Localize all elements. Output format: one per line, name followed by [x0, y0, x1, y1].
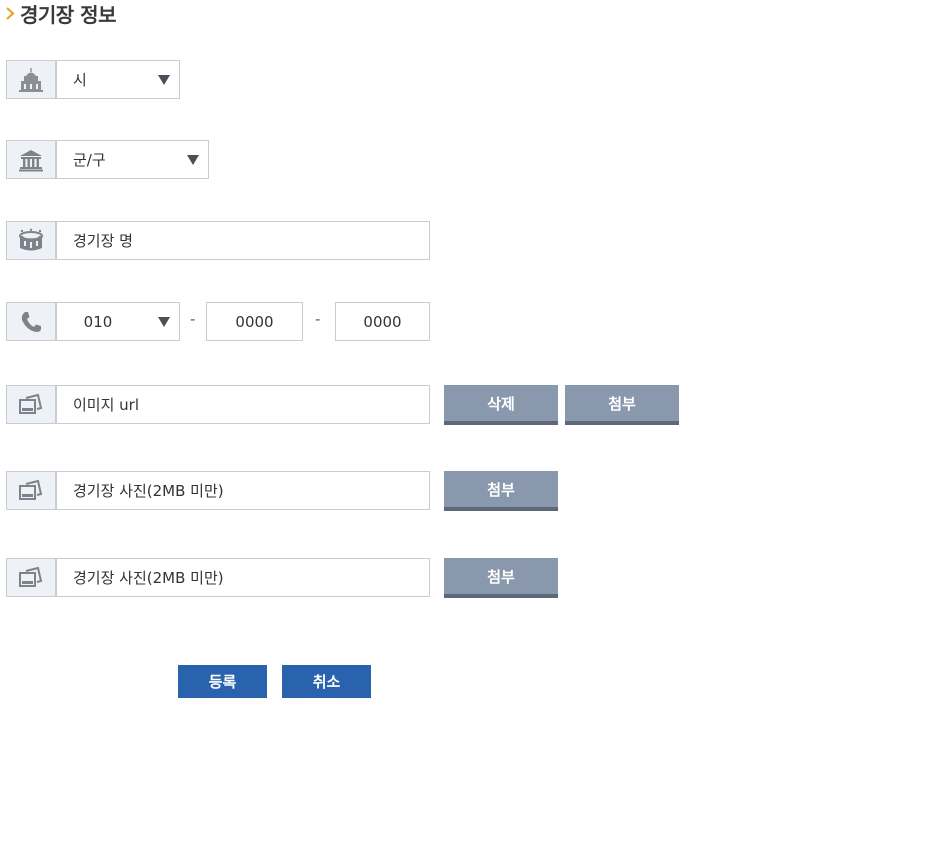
phone-separator: -: [315, 310, 321, 328]
stadium-name-placeholder: 경기장 명: [73, 232, 133, 250]
district-select-value: 군/구: [73, 151, 106, 169]
dropdown-arrow-icon: [187, 155, 199, 165]
city-select-value: 시: [73, 71, 87, 89]
phone-separator: -: [190, 310, 196, 328]
attach-photo-2-button[interactable]: 첨부: [444, 558, 558, 598]
image-url-placeholder: 이미지 url: [73, 396, 140, 414]
cancel-button[interactable]: 취소: [282, 665, 371, 698]
attach-photo-1-button[interactable]: 첨부: [444, 471, 558, 511]
delete-button[interactable]: 삭제: [444, 385, 558, 425]
photo-icon: [6, 471, 56, 510]
phone-middle-value: 0000: [235, 312, 274, 331]
stadium-photo-1-input[interactable]: 경기장 사진(2MB 미만): [56, 471, 430, 510]
government-building-icon: [6, 140, 56, 179]
register-button[interactable]: 등록: [178, 665, 267, 698]
stadium-icon: [6, 221, 56, 260]
phone-middle-input[interactable]: 0000: [206, 302, 303, 341]
stadium-photo-2-input[interactable]: 경기장 사진(2MB 미만): [56, 558, 430, 597]
stadium-photo-1-placeholder: 경기장 사진(2MB 미만): [73, 482, 224, 500]
stadium-name-input[interactable]: 경기장 명: [56, 221, 430, 260]
phone-icon: [6, 302, 56, 341]
photo-icon: [6, 385, 56, 424]
image-url-input[interactable]: 이미지 url: [56, 385, 430, 424]
phone-prefix-value: 010: [83, 312, 113, 331]
attach-button[interactable]: 첨부: [565, 385, 679, 425]
photo-icon: [6, 558, 56, 597]
chevron-right-icon: [6, 7, 15, 20]
city-select[interactable]: 시: [56, 60, 180, 99]
section-title: 경기장 정보: [20, 2, 116, 27]
district-select[interactable]: 군/구: [56, 140, 209, 179]
city-hall-icon: [6, 60, 56, 99]
phone-last-input[interactable]: 0000: [335, 302, 430, 341]
phone-prefix-select[interactable]: 010: [56, 302, 180, 341]
section-header: 경기장 정보: [4, 0, 116, 27]
dropdown-arrow-icon: [158, 75, 170, 85]
dropdown-arrow-icon: [158, 317, 170, 327]
stadium-photo-2-placeholder: 경기장 사진(2MB 미만): [73, 569, 224, 587]
phone-last-value: 0000: [363, 312, 402, 331]
